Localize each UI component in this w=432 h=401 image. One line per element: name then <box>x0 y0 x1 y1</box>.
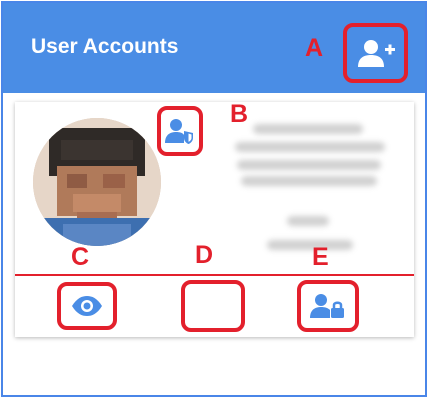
callout-label-a: A <box>305 34 324 62</box>
callout-box-a <box>343 23 408 83</box>
callout-box-b <box>157 106 203 156</box>
callout-box-c <box>57 282 117 330</box>
callout-label-b: B <box>230 100 249 128</box>
avatar <box>33 118 161 246</box>
app-header: User Accounts A <box>3 3 425 93</box>
callout-box-d <box>181 280 245 332</box>
app-window: User Accounts A B C D E <box>1 1 427 397</box>
callout-label-e: E <box>312 243 329 271</box>
user-account-card: B C D E <box>15 100 414 337</box>
avatar-image <box>33 118 161 246</box>
page-title: User Accounts <box>31 35 179 58</box>
callout-label-d: D <box>195 241 214 269</box>
callout-label-c: C <box>71 243 90 271</box>
card-divider <box>15 274 414 276</box>
callout-box-e <box>297 280 359 332</box>
